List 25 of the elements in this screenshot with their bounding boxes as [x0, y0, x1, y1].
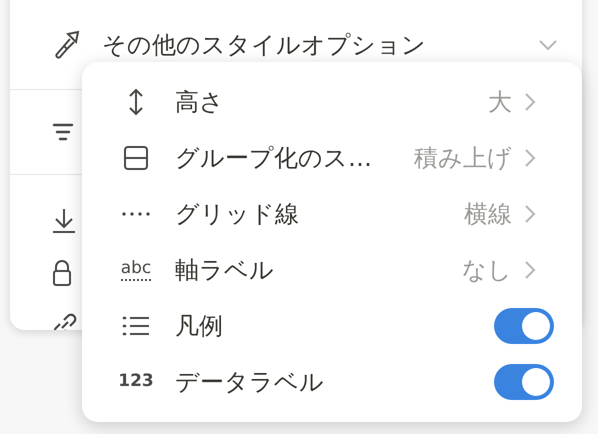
section-title: その他のスタイルオプション [102, 30, 427, 60]
chevron-right-icon[interactable] [524, 204, 536, 224]
chevron-right-icon[interactable] [524, 92, 536, 112]
menu-item-label[interactable]: 高さ [175, 84, 224, 120]
bullet-list-icon [122, 315, 150, 337]
menu-item-label[interactable]: データラベル [175, 364, 324, 400]
chevron-right-icon[interactable] [524, 148, 536, 168]
split-square-icon [123, 145, 149, 171]
chevron-down-icon[interactable] [538, 38, 558, 50]
menu-item-label[interactable]: 軸ラベル [175, 252, 274, 288]
dotted-line-icon [121, 211, 151, 217]
chevron-right-icon[interactable] [524, 260, 536, 280]
filter-icon[interactable] [52, 122, 74, 142]
toggle-switch[interactable] [494, 364, 554, 400]
menu-item-label[interactable]: グリッド線 [175, 196, 299, 232]
option-value: 積み上げ [414, 143, 512, 174]
toggle-switch[interactable] [494, 308, 554, 344]
option-value: 横線 [464, 199, 512, 230]
number-icon: 123 [118, 369, 154, 395]
option-value: なし [462, 255, 512, 286]
menu-item-label[interactable]: グループ化のス… [175, 140, 372, 176]
download-icon[interactable] [52, 208, 76, 234]
option-value: 大 [488, 87, 512, 118]
lock-icon[interactable] [52, 259, 72, 287]
menu-item-label[interactable]: 凡例 [175, 308, 223, 344]
